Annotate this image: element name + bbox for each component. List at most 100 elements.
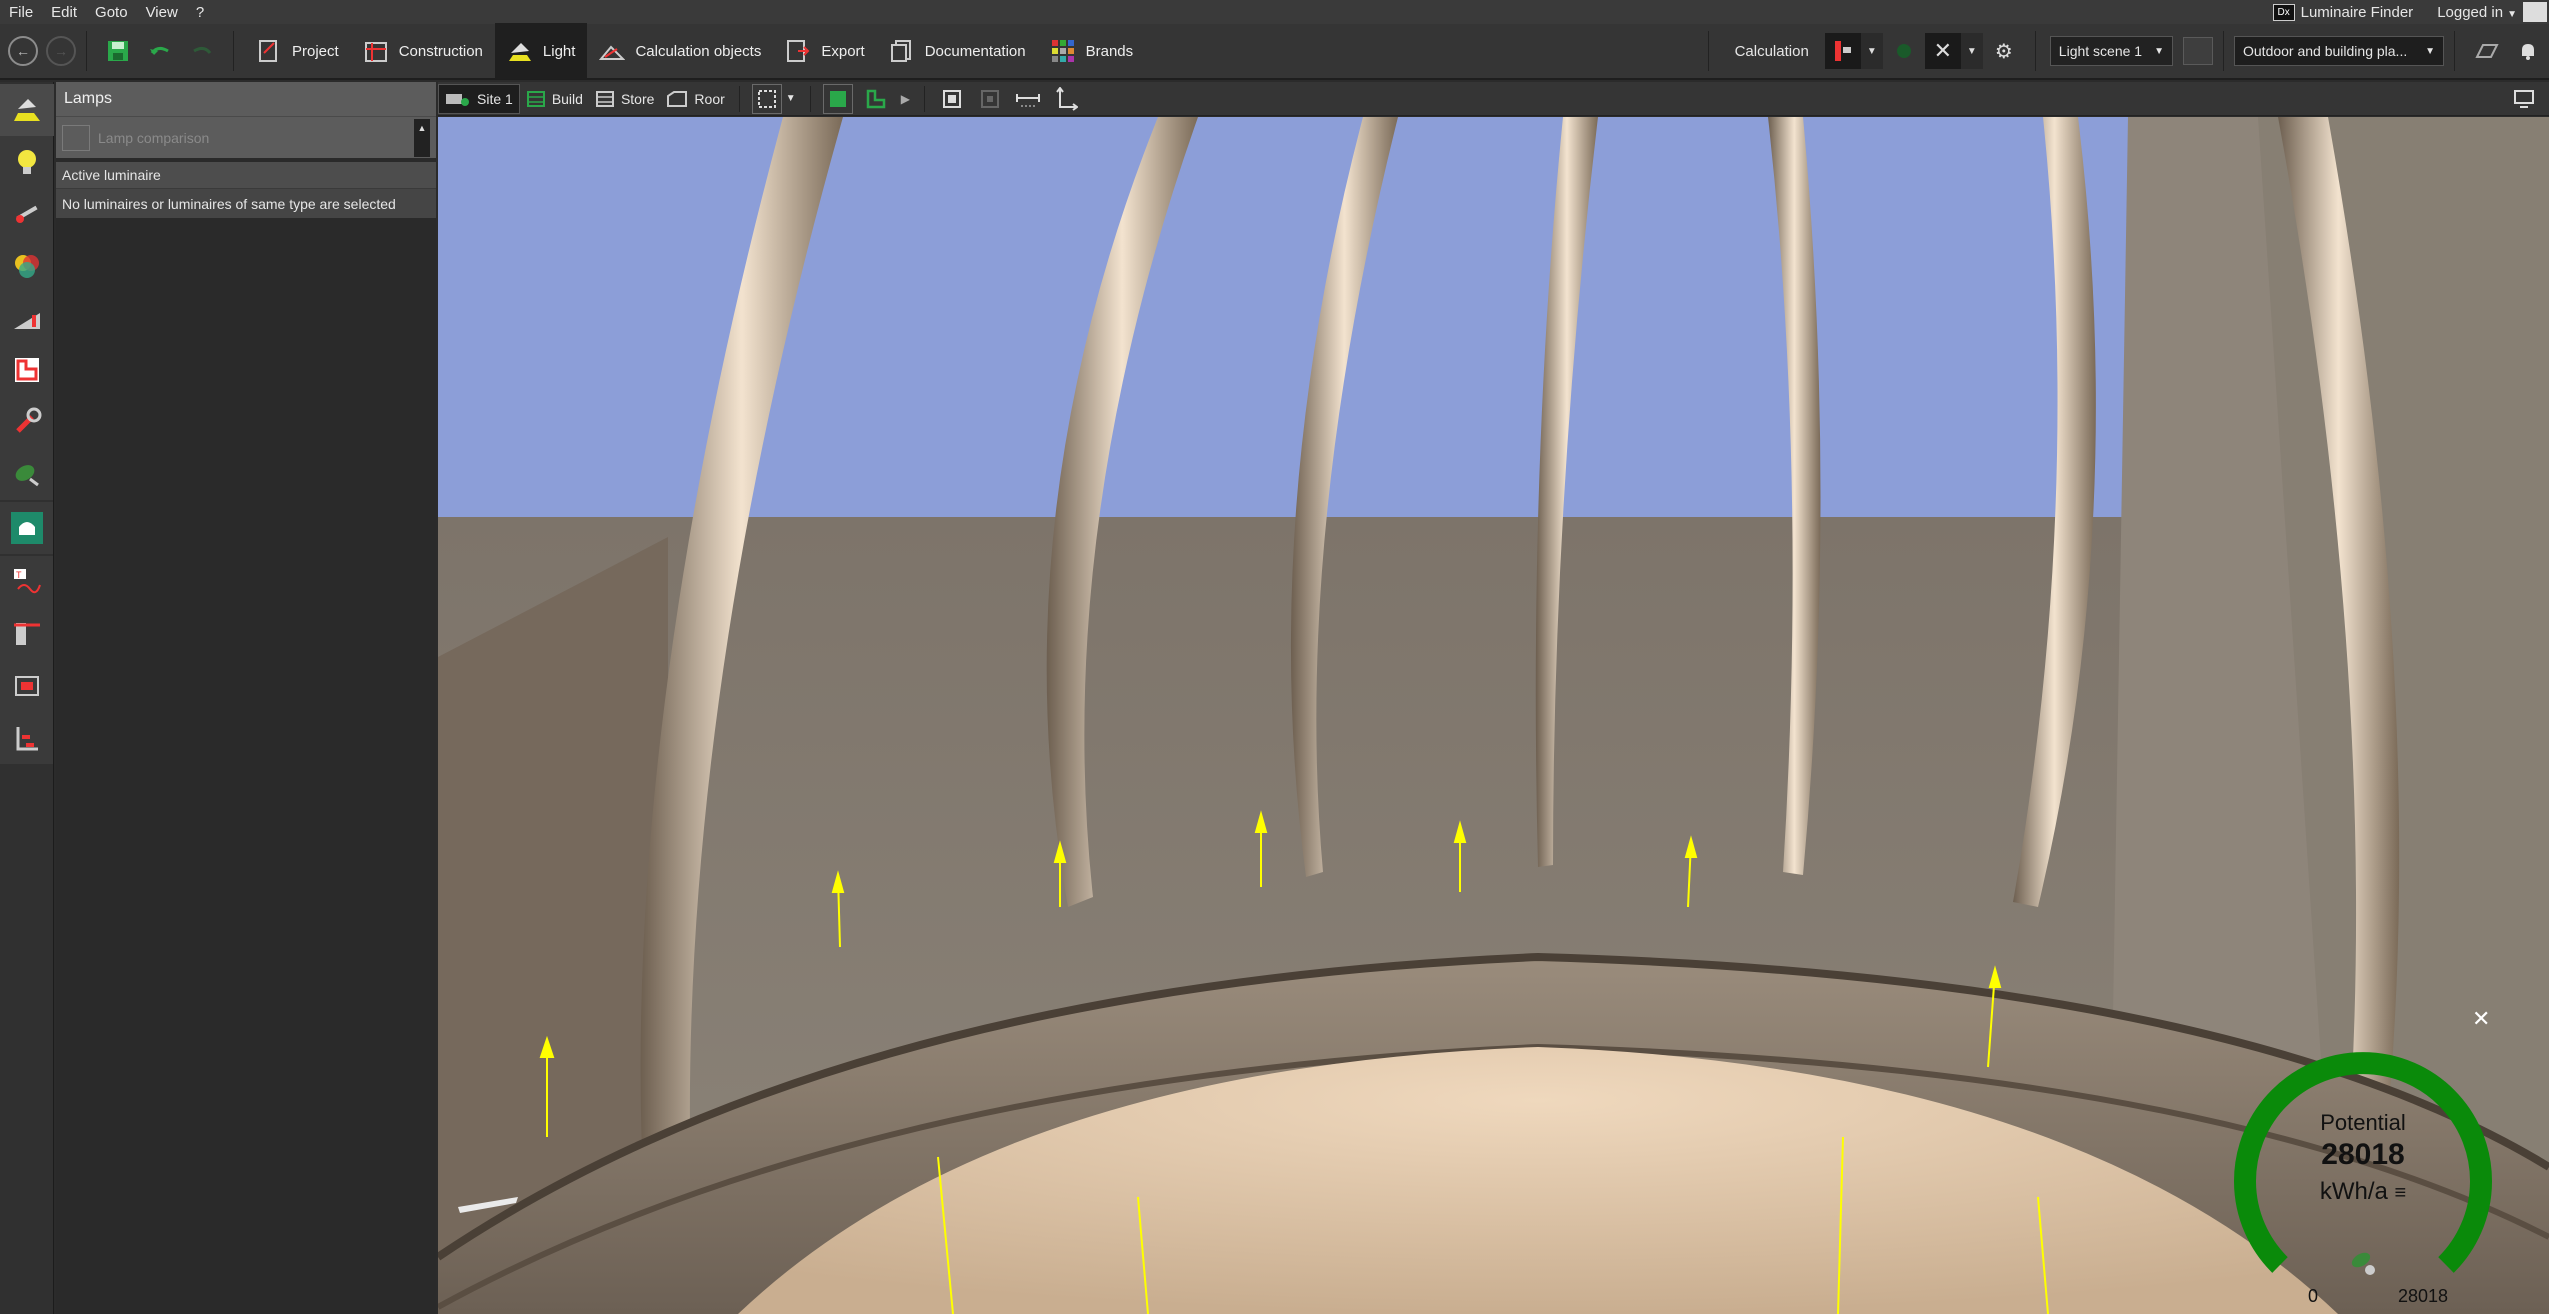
energy-calc-button[interactable] bbox=[1891, 38, 1917, 64]
measure-button[interactable] bbox=[1013, 84, 1043, 114]
tool-lamps[interactable] bbox=[0, 136, 54, 188]
tab-building[interactable]: Build bbox=[520, 84, 589, 114]
back-button[interactable]: ← bbox=[8, 36, 38, 66]
tool-luminaires[interactable] bbox=[0, 84, 54, 136]
tool-energy[interactable] bbox=[0, 448, 54, 500]
zoom-extents-button[interactable] bbox=[937, 84, 967, 114]
calculation-mode-dropdown[interactable]: ▼ bbox=[1860, 33, 1883, 69]
avatar[interactable] bbox=[2523, 2, 2547, 22]
light-scene-value: Light scene 1 bbox=[2058, 43, 2143, 59]
zoom-selection-button[interactable] bbox=[975, 84, 1005, 114]
documentation-icon bbox=[889, 38, 915, 64]
tab-brands-label: Brands bbox=[1085, 42, 1134, 60]
view-floor-button[interactable] bbox=[861, 84, 891, 114]
tool-emergency-lighting[interactable] bbox=[0, 502, 54, 554]
tab-calculation-objects[interactable]: Calculation objects bbox=[587, 23, 773, 79]
calculation-mode-button[interactable] bbox=[1824, 33, 1861, 69]
arrangement-icon bbox=[16, 205, 38, 223]
tab-light-label: Light bbox=[542, 42, 576, 60]
tool-group-emergency bbox=[0, 502, 53, 554]
main-toolbar: ← → Project Construction Light Calculati… bbox=[0, 23, 2549, 80]
tool-group-calc: T bbox=[0, 556, 53, 764]
tool-evaluation[interactable] bbox=[0, 712, 54, 764]
view-3d-button[interactable] bbox=[822, 83, 853, 114]
gauge-max: 28018 bbox=[2398, 1286, 2449, 1306]
tool-room-outline[interactable] bbox=[0, 344, 54, 396]
tool-calc-surface[interactable] bbox=[0, 660, 54, 712]
arrow-left-icon: ← bbox=[16, 43, 30, 59]
gauge-min: 0 bbox=[2308, 1286, 2319, 1306]
tab-light[interactable]: Light bbox=[494, 23, 588, 79]
selection-mode-button[interactable] bbox=[751, 83, 782, 114]
toolbar-divider bbox=[86, 31, 87, 71]
menu-edit[interactable]: Edit bbox=[42, 4, 86, 21]
toolbar-divider bbox=[2223, 31, 2224, 71]
luminaire-icon bbox=[14, 99, 40, 121]
viewport-toolbar: Site 1 Build Store Roor ▼ ▶ bbox=[438, 82, 2549, 116]
tool-arrangement[interactable] bbox=[0, 188, 54, 240]
toolbar-divider bbox=[2454, 31, 2455, 71]
tool-light-curve[interactable]: T bbox=[0, 556, 54, 608]
tab-storey[interactable]: Store bbox=[589, 84, 660, 114]
evaluation-icon bbox=[16, 727, 38, 751]
tool-dimming[interactable] bbox=[0, 292, 54, 344]
lamp-comparison-label: Lamp comparison bbox=[98, 129, 210, 146]
tab-site-1-label: Site 1 bbox=[477, 90, 513, 107]
left-tool-strip: T bbox=[0, 82, 54, 1314]
leaf-icon bbox=[1896, 44, 1911, 58]
light-scene-edit-button[interactable] bbox=[2183, 37, 2213, 65]
viewport-toolbar-divider bbox=[738, 85, 740, 112]
cutting-plane-icon bbox=[14, 623, 40, 645]
luminaire-finder-label: Luminaire Finder bbox=[2300, 3, 2414, 21]
fullscreen-button[interactable] bbox=[2509, 84, 2539, 114]
menu-file[interactable]: File bbox=[0, 4, 42, 21]
save-button[interactable] bbox=[105, 38, 131, 64]
logged-in-menu[interactable]: Logged in ▼ bbox=[2425, 4, 2523, 21]
undo-button[interactable] bbox=[147, 38, 173, 64]
cancel-calculation-dropdown[interactable]: ▼ bbox=[1960, 33, 1983, 69]
zoom-extents-icon bbox=[942, 89, 961, 108]
menu-bar: File Edit Goto View ? Dx Luminaire Finde… bbox=[0, 0, 2549, 24]
chevron-right-icon[interactable]: ▶ bbox=[901, 92, 910, 106]
gauge-value: 28018 bbox=[2321, 1138, 2405, 1171]
menu-goto[interactable]: Goto bbox=[86, 4, 137, 21]
cancel-calculation-button[interactable]: ✕ bbox=[1924, 33, 1961, 69]
luminaire-finder-button[interactable]: Dx Luminaire Finder bbox=[2261, 3, 2426, 21]
panel-scrollbar[interactable]: ▲ bbox=[414, 118, 430, 157]
dimming-icon bbox=[14, 313, 40, 329]
calculation-label: Calculation bbox=[1734, 42, 1809, 60]
lamp-comparison-button[interactable]: Lamp comparison ▲ bbox=[56, 116, 436, 158]
redo-button[interactable] bbox=[189, 38, 215, 64]
tab-export[interactable]: Export bbox=[773, 23, 876, 79]
luminaire-finder-logo-icon: Dx bbox=[2272, 3, 2295, 21]
tab-project[interactable]: Project bbox=[244, 23, 351, 79]
notifications-button[interactable] bbox=[2515, 38, 2541, 64]
tab-brands[interactable]: Brands bbox=[1038, 23, 1146, 79]
settings-button[interactable]: ⚙ bbox=[1991, 38, 2017, 64]
tool-maintenance[interactable] bbox=[0, 396, 54, 448]
chevron-down-icon[interactable]: ▼ bbox=[786, 93, 796, 104]
tab-documentation[interactable]: Documentation bbox=[877, 23, 1038, 79]
tool-light-colors[interactable] bbox=[0, 240, 54, 292]
leaf-icon bbox=[2351, 1252, 2375, 1275]
tab-room[interactable]: Roor bbox=[660, 84, 730, 114]
forward-button[interactable]: → bbox=[46, 36, 76, 66]
close-icon[interactable]: ✕ bbox=[2472, 1006, 2490, 1032]
light-scene-select[interactable]: Light scene 1 ▼ bbox=[2049, 36, 2173, 66]
floor-plan-button[interactable] bbox=[2473, 38, 2499, 64]
calculation-mode-icon bbox=[1834, 41, 1851, 61]
menu-icon[interactable]: ≡ bbox=[2395, 1182, 2407, 1204]
tab-site-1[interactable]: Site 1 bbox=[438, 83, 520, 114]
menu-view[interactable]: View bbox=[137, 4, 187, 21]
save-icon bbox=[108, 41, 128, 61]
menu-help[interactable]: ? bbox=[187, 4, 213, 21]
tab-construction[interactable]: Construction bbox=[351, 23, 495, 79]
tool-cutting-plane[interactable] bbox=[0, 608, 54, 660]
dimension-button[interactable] bbox=[1051, 84, 1081, 114]
logged-in-label: Logged in bbox=[2437, 3, 2504, 21]
empty-selection-message: No luminaires or luminaires of same type… bbox=[56, 188, 436, 218]
floor-plan-icon bbox=[2475, 44, 2499, 58]
light-icon bbox=[507, 38, 533, 64]
bell-icon bbox=[2522, 44, 2534, 60]
outdoor-building-select[interactable]: Outdoor and building pla... ▼ bbox=[2234, 36, 2444, 66]
